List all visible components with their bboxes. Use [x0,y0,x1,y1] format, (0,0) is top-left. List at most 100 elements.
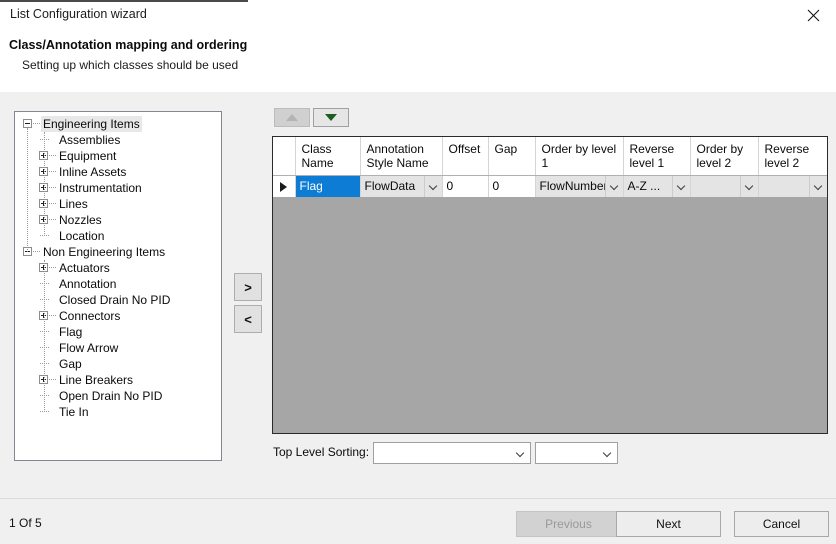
cell-gap[interactable]: 0 [488,175,536,198]
tree-item-label: Engineering Items [41,116,142,132]
triangle-down-icon [325,114,337,121]
grid-header-reverse-level-2[interactable]: Reverse level 2 [758,137,827,176]
page-indicator: 1 Of 5 [9,516,42,530]
close-icon [807,9,819,21]
row-selector-cell[interactable] [273,175,296,198]
cell-offset-value: 0 [446,178,454,193]
title-bar-accent [0,0,248,2]
tree-item-label: Line Breakers [59,373,134,387]
top-level-sorting-label: Top Level Sorting: [273,445,370,459]
tree-item-label: Closed Drain No PID [59,293,171,307]
mapping-grid-table: Class Name Annotation Style Name Offset … [273,137,827,198]
row-selector-triangle-icon [280,181,288,192]
tree-item-label: Lines [59,197,88,211]
cell-class-name[interactable]: Flag [295,175,361,198]
tree-connector [49,171,56,173]
move-down-button[interactable] [313,108,349,127]
tree-connector [49,187,56,189]
annotation-style-dropdown-button[interactable] [423,175,442,197]
tree-item-label: Actuators [59,261,110,275]
cell-gap-value: 0 [492,178,500,193]
tree-connector [33,251,40,253]
top-level-sorting-direction-select[interactable] [535,442,618,464]
tree-connector [49,155,56,157]
cell-annotation-style[interactable]: FlowData [360,175,443,198]
collapse-icon[interactable] [23,119,32,128]
cell-order-by-level-1[interactable]: FlowNumber [535,175,624,198]
top-level-sorting-direction-dropdown-button[interactable] [597,450,617,457]
mapping-grid[interactable]: Class Name Annotation Style Name Offset … [272,136,828,434]
tree-item-label: Nozzles [59,213,102,227]
remove-from-grid-button[interactable]: < [234,305,262,333]
wizard-dialog: List Configuration wizard Class/Annotati… [0,0,836,544]
tree-item-label: Instrumentation [59,181,142,195]
reverse-level-2-dropdown-button[interactable] [809,175,827,197]
cell-reverse-level-2[interactable] [758,175,827,198]
grid-header-reverse-level-1[interactable]: Reverse level 1 [623,137,691,176]
title-bar: List Configuration wizard [0,0,836,30]
add-to-grid-button[interactable]: > [234,273,262,301]
cell-class-name-value: Flag [295,175,360,197]
close-button[interactable] [790,0,836,30]
tree-connector [49,267,56,269]
tree-item-label: Inline Assets [59,165,127,179]
tree-item-label: Gap [59,357,82,371]
window-title: List Configuration wizard [10,7,147,21]
cell-reverse-level-2-value [759,176,810,197]
tree-item-engineering-items[interactable]: Engineering Items [15,116,221,132]
tree-connector [27,128,29,252]
tree-connector [49,219,56,221]
grid-header-corner [273,137,296,176]
grid-header-order-level-1[interactable]: Order by level 1 [535,137,624,176]
cell-reverse-level-1-value: A-Z ... [627,178,661,193]
remove-from-grid-label: < [244,311,252,327]
move-up-button[interactable] [274,108,310,127]
chevron-down-icon [815,183,822,190]
add-to-grid-label: > [244,279,252,295]
reverse-level-1-dropdown-button[interactable] [671,175,690,197]
tree-item-label: Annotation [59,277,117,291]
order-level-2-dropdown-button[interactable] [739,175,758,197]
class-tree[interactable]: Engineering Items Assemblies Equipment Inli… [14,111,222,461]
cancel-button[interactable]: Cancel [734,511,829,537]
grid-header-class-name[interactable]: Class Name [295,137,361,176]
tree-item-label: Non Engineering Items [43,245,166,259]
previous-button[interactable]: Previous [516,511,621,537]
grid-header-row: Class Name Annotation Style Name Offset … [273,137,827,176]
grid-header-annotation-style[interactable]: Annotation Style Name [360,137,443,176]
chevron-down-icon [604,450,611,457]
header-band: Class/Annotation mapping and ordering Se… [0,30,836,92]
tree-connector [49,315,56,317]
tree-item-non-engineering-items[interactable]: Non Engineering Items [15,244,221,260]
cell-offset[interactable]: 0 [442,175,489,198]
order-level-1-dropdown-button[interactable] [604,175,623,197]
cell-order-by-level-2[interactable] [690,175,759,198]
chevron-down-icon [746,183,753,190]
page-title: Class/Annotation mapping and ordering [9,38,248,52]
tree-connector [44,260,46,412]
page-subtitle: Setting up which classes should be used [22,58,239,72]
chevron-down-icon [517,450,524,457]
tree-item-label: Connectors [59,309,121,323]
tree-item-label: Location [59,229,105,243]
triangle-up-icon [286,114,298,121]
grid-header-order-level-2[interactable]: Order by level 2 [690,137,759,176]
tree-connector [49,379,56,381]
cell-annotation-style-value: FlowData [364,178,416,193]
table-row[interactable]: Flag FlowData 0 0 FlowNumber A-Z ... [273,175,827,198]
top-level-sorting-field-select[interactable] [373,442,531,464]
tree-item-label: Flow Arrow [59,341,119,355]
tree-connector [44,132,46,236]
cell-order-by-level-2-value [691,176,740,197]
cell-reverse-level-1[interactable]: A-Z ... [623,175,691,198]
next-button[interactable]: Next [616,511,721,537]
tree-item-label: Open Drain No PID [59,389,163,403]
top-level-sorting-field-dropdown-button[interactable] [510,450,530,457]
cancel-button-label: Cancel [762,517,801,531]
grid-header-gap[interactable]: Gap [488,137,536,176]
grid-empty-area [273,197,827,433]
tree-item-label: Assemblies [59,133,121,147]
grid-header-offset[interactable]: Offset [442,137,489,176]
tree-item-label: Tie In [59,405,89,419]
next-button-label: Next [656,517,681,531]
